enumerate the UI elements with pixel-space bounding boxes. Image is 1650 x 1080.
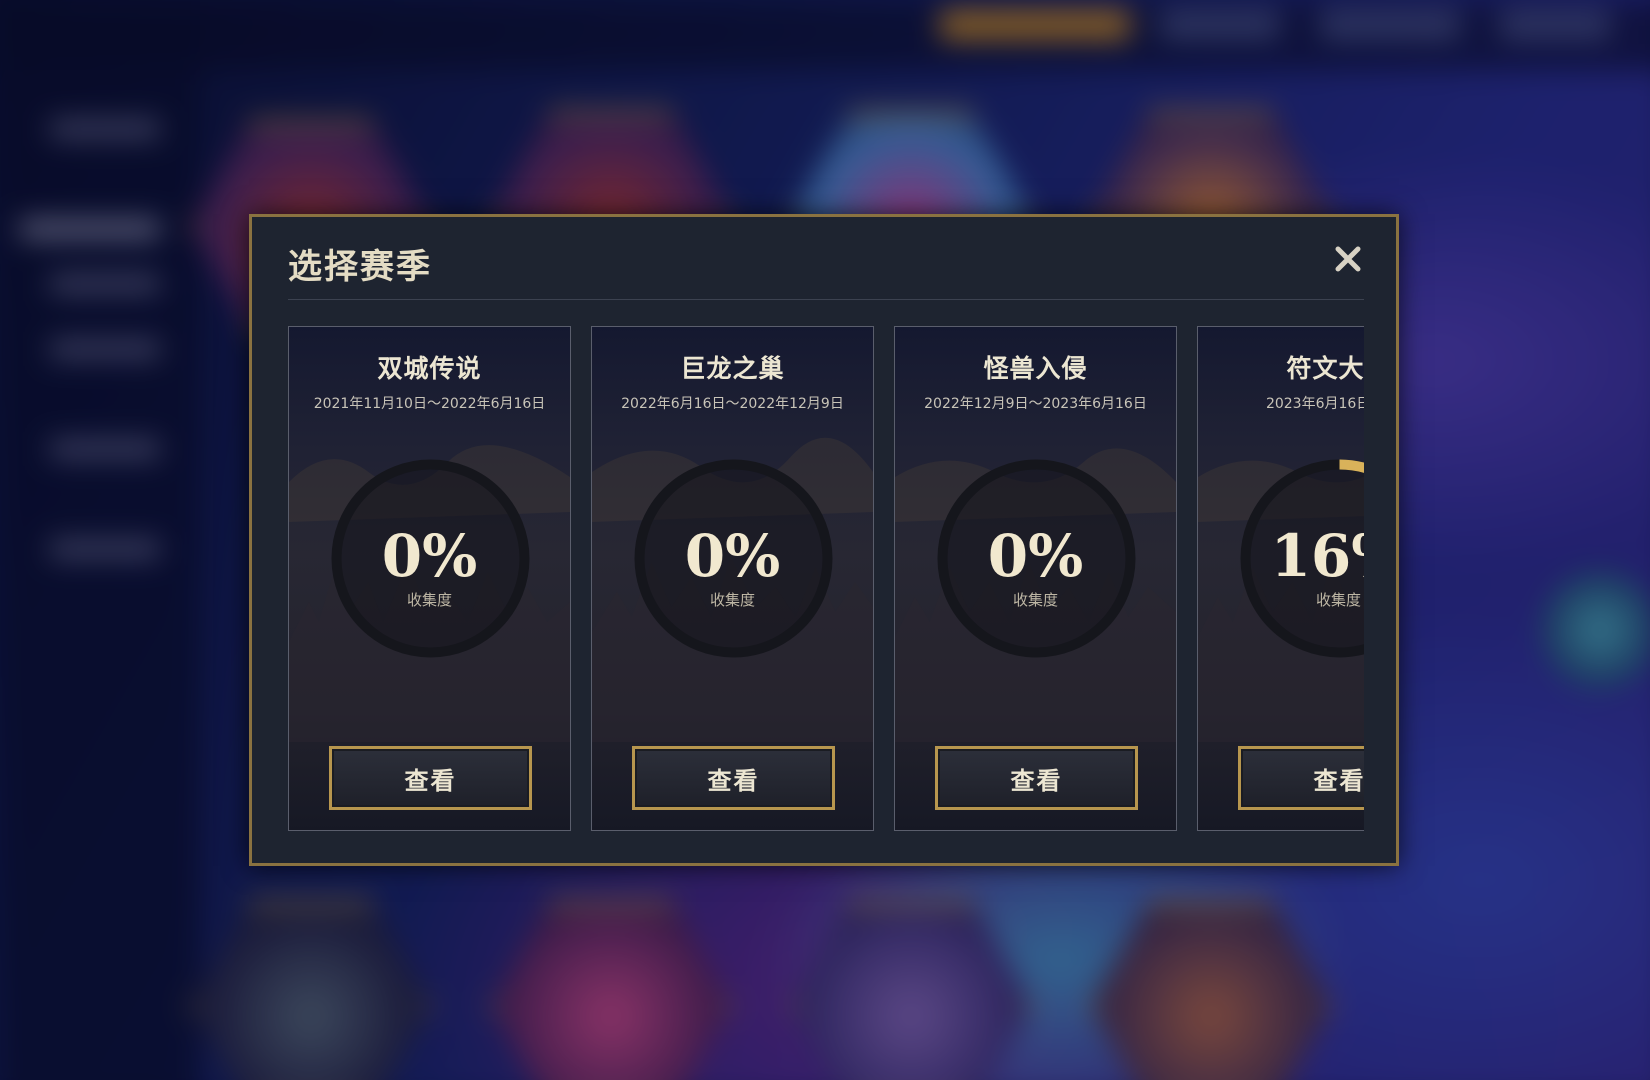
close-button[interactable] [1330,241,1366,277]
dialog-title: 选择赛季 [288,247,432,287]
collection-label: 收集度 [1012,591,1058,609]
season-dates: 2022年6月16日～2022年12月9日 [621,396,844,412]
season-dates: 2021年11月10日～2022年6月16日 [313,396,546,412]
season-dates: 2023年6月16日～202 [1265,396,1364,412]
collection-percent: 0% [987,522,1084,590]
game-client-screen: 选择赛季 双城传说 2021年11月10日～2022年6月16日 0% 收集度 … [0,0,1650,1080]
season-name: 符文大陆 [1286,354,1364,383]
collection-percent: 0% [381,522,478,590]
collection-percent: 0% [684,522,781,590]
season-card: 符文大陆 2023年6月16日～202 16% 收集度 查看 [1197,326,1364,831]
view-button[interactable]: 查看 [329,746,532,810]
view-button[interactable]: 查看 [1238,746,1364,810]
collection-label: 收集度 [1315,591,1361,609]
collection-label: 收集度 [709,591,755,609]
title-divider [288,299,1364,300]
season-card: 怪兽入侵 2022年12月9日～2023年6月16日 0% 收集度 查看 [894,326,1177,831]
season-card: 双城传说 2021年11月10日～2022年6月16日 0% 收集度 查看 [288,326,571,831]
season-carousel: 双城传说 2021年11月10日～2022年6月16日 0% 收集度 查看 巨龙… [288,326,1364,833]
view-button[interactable]: 查看 [935,746,1138,810]
collection-label: 收集度 [406,591,452,609]
collection-percent: 16% [1270,522,1364,590]
season-name: 巨龙之巢 [680,354,785,383]
season-name: 怪兽入侵 [983,354,1088,383]
close-icon [1335,246,1361,272]
season-name: 双城传说 [377,354,482,383]
view-button[interactable]: 查看 [632,746,835,810]
select-season-dialog: 选择赛季 双城传说 2021年11月10日～2022年6月16日 0% 收集度 … [249,214,1399,866]
season-dates: 2022年12月9日～2023年6月16日 [924,396,1147,412]
season-card: 巨龙之巢 2022年6月16日～2022年12月9日 0% 收集度 查看 [591,326,874,831]
